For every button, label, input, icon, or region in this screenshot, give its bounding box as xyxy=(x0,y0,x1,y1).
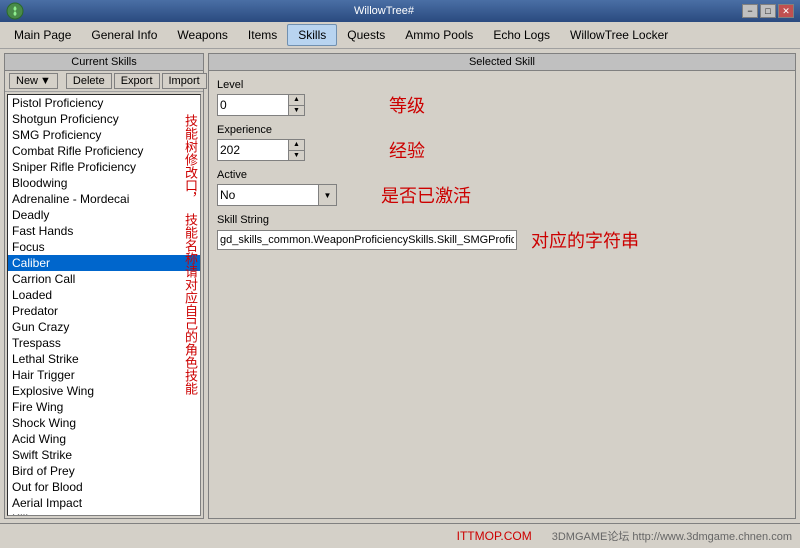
delete-button[interactable]: Delete xyxy=(66,73,112,89)
level-input[interactable] xyxy=(218,95,288,115)
list-item[interactable]: Loaded xyxy=(8,287,200,303)
level-field-group: Level ▲ ▼ 等级 xyxy=(217,79,787,118)
level-annotation: 等级 xyxy=(389,92,425,118)
list-item[interactable]: Caliber xyxy=(8,255,200,271)
skill-string-input-row: 对应的字符串 xyxy=(217,227,787,253)
menu-bar: Main Page General Info Weapons Items Ski… xyxy=(0,22,800,49)
list-item[interactable]: Deadly xyxy=(8,207,200,223)
active-field-group: Active No Yes ▼ 是否已激活 xyxy=(217,169,787,208)
list-item[interactable]: Swift Strike xyxy=(8,447,200,463)
app-icon xyxy=(6,2,24,20)
menu-ammo-pools[interactable]: Ammo Pools xyxy=(395,25,483,45)
list-item[interactable]: Lethal Strike xyxy=(8,351,200,367)
new-arrow-icon: ▼ xyxy=(40,75,51,87)
list-item[interactable]: Adrenaline - Mordecai xyxy=(8,191,200,207)
list-item[interactable]: SMG Proficiency xyxy=(8,127,200,143)
status-bar: ITTMOP.COM 3DMGAME论坛 http://www.3dmgame.… xyxy=(0,523,800,547)
maximize-button[interactable]: □ xyxy=(760,4,776,18)
list-item[interactable]: Out for Blood xyxy=(8,479,200,495)
list-item[interactable]: Aerial Impact xyxy=(8,495,200,511)
list-item[interactable]: Predator xyxy=(8,303,200,319)
list-item[interactable]: Focus xyxy=(8,239,200,255)
right-content: Level ▲ ▼ 等级 Experience xyxy=(209,71,795,261)
list-item[interactable]: Killer xyxy=(8,511,200,516)
menu-weapons[interactable]: Weapons xyxy=(167,25,237,45)
export-button[interactable]: Export xyxy=(114,73,160,89)
list-item[interactable]: Gun Crazy xyxy=(8,319,200,335)
skill-string-label: Skill String xyxy=(217,214,787,226)
right-panel: Selected Skill Level ▲ ▼ 等级 xyxy=(208,53,796,519)
level-increment-button[interactable]: ▲ xyxy=(288,95,304,106)
list-item[interactable]: Shotgun Proficiency xyxy=(8,111,200,127)
new-button[interactable]: New ▼ xyxy=(9,73,58,89)
minimize-button[interactable]: − xyxy=(742,4,758,18)
list-item[interactable]: Carrion Call xyxy=(8,271,200,287)
level-spinner[interactable]: ▲ ▼ xyxy=(217,94,305,116)
list-item[interactable]: Sniper Rifle Proficiency xyxy=(8,159,200,175)
menu-skills[interactable]: Skills xyxy=(287,24,337,46)
active-select-wrapper[interactable]: No Yes ▼ xyxy=(217,184,337,206)
experience-spinner[interactable]: ▲ ▼ xyxy=(217,139,305,161)
skill-string-input[interactable] xyxy=(217,230,517,250)
skill-string-field-group: Skill String 对应的字符串 xyxy=(217,214,787,253)
menu-main-page[interactable]: Main Page xyxy=(4,25,81,45)
skills-list[interactable]: Pistol ProficiencyShotgun ProficiencySMG… xyxy=(7,94,201,516)
current-skills-header: Current Skills xyxy=(5,54,203,71)
experience-input[interactable] xyxy=(218,140,288,160)
active-input-row: No Yes ▼ 是否已激活 xyxy=(217,182,787,208)
list-item[interactable]: Hair Trigger xyxy=(8,367,200,383)
list-item[interactable]: Acid Wing xyxy=(8,431,200,447)
experience-decrement-button[interactable]: ▼ xyxy=(288,151,304,161)
level-input-row: ▲ ▼ 等级 xyxy=(217,92,787,118)
level-spin-buttons: ▲ ▼ xyxy=(288,95,304,115)
experience-input-row: ▲ ▼ 经验 xyxy=(217,137,787,163)
list-item[interactable]: Combat Rifle Proficiency xyxy=(8,143,200,159)
list-item[interactable]: Explosive Wing xyxy=(8,383,200,399)
menu-echo-logs[interactable]: Echo Logs xyxy=(483,25,560,45)
active-annotation: 是否已激活 xyxy=(381,182,471,208)
experience-spin-buttons: ▲ ▼ xyxy=(288,140,304,160)
list-item[interactable]: Bloodwing xyxy=(8,175,200,191)
active-select[interactable]: No Yes xyxy=(218,185,318,205)
list-item[interactable]: Trespass xyxy=(8,335,200,351)
skill-string-annotation: 对应的字符串 xyxy=(531,227,639,253)
list-item[interactable]: Shock Wing xyxy=(8,415,200,431)
watermark-text: ITTMOP.COM xyxy=(457,529,532,543)
list-item[interactable]: Fire Wing xyxy=(8,399,200,415)
experience-increment-button[interactable]: ▲ xyxy=(288,140,304,151)
main-content: Current Skills New ▼ Delete Export Impor… xyxy=(0,49,800,523)
list-item[interactable]: Fast Hands xyxy=(8,223,200,239)
close-button[interactable]: ✕ xyxy=(778,4,794,18)
skills-toolbar: New ▼ Delete Export Import xyxy=(5,71,203,92)
import-button[interactable]: Import xyxy=(162,73,207,89)
menu-items[interactable]: Items xyxy=(238,25,287,45)
active-select-arrow-icon: ▼ xyxy=(318,185,336,205)
title-bar: WillowTree# − □ ✕ xyxy=(0,0,800,22)
active-label: Active xyxy=(217,169,787,181)
list-item[interactable]: Pistol Proficiency xyxy=(8,95,200,111)
selected-skill-header: Selected Skill xyxy=(209,54,795,71)
level-decrement-button[interactable]: ▼ xyxy=(288,106,304,116)
experience-label: Experience xyxy=(217,124,787,136)
menu-quests[interactable]: Quests xyxy=(337,25,395,45)
window-controls: − □ ✕ xyxy=(742,4,794,18)
menu-willowtree-locker[interactable]: WillowTree Locker xyxy=(560,25,678,45)
experience-field-group: Experience ▲ ▼ 经验 xyxy=(217,124,787,163)
menu-general-info[interactable]: General Info xyxy=(81,25,167,45)
experience-annotation: 经验 xyxy=(389,137,425,163)
list-item[interactable]: Bird of Prey xyxy=(8,463,200,479)
level-label: Level xyxy=(217,79,787,91)
left-panel: Current Skills New ▼ Delete Export Impor… xyxy=(4,53,204,519)
forum-text: 3DMGAME论坛 http://www.3dmgame.chnen.com xyxy=(552,528,792,544)
window-title: WillowTree# xyxy=(26,5,742,17)
